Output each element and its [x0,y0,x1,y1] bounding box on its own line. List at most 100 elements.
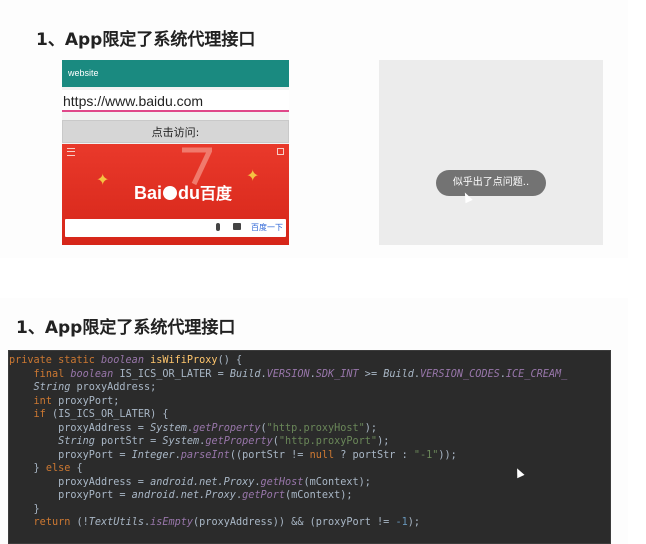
code-token: (! [76,517,89,528]
code-token: Build [383,368,414,380]
url-input[interactable] [62,90,289,112]
baidu-banner: ✦ ✦ Bai du百度 百度一下 [62,144,289,245]
code-token: ); [407,517,421,528]
code-line: } [9,503,40,516]
code-token: VERSION_CODES [420,368,500,380]
code-token: null [309,449,341,461]
logo-text-bai: Bai [134,183,163,203]
code-token: } [9,503,40,515]
code-token: proxyPort; [58,395,120,407]
code-line: final boolean IS_ICS_OR_LATER = Build.VE… [9,368,568,381]
code-token: } [9,463,46,474]
code-token: return [33,517,77,528]
code-token: int [33,395,59,407]
app-title: website [68,68,99,78]
code-line: if (IS_ICS_OR_LATER) { [9,408,169,421]
code-token: getProperty [193,422,261,434]
code-token: >= [358,368,384,380]
code-token: getHost [260,476,304,488]
code-token: android.net.Proxy [150,476,255,488]
code-token: isEmpty [150,517,194,528]
code-token: getProperty [205,436,273,447]
code-token: String [58,436,102,447]
code-token: (IS_ICS_OR_LATER) { [51,409,169,420]
code-token: proxyAddress; [76,382,157,393]
code-line: proxyAddress = System.getProperty("http.… [9,422,377,435]
app-bar: website [62,60,289,87]
mouse-cursor-icon [513,466,525,479]
slide-heading-2: 1、App限定了系统代理接口 [16,318,236,338]
logo-text-cn: 百度 [200,184,233,203]
code-token: android.net.Proxy [131,490,236,501]
code-line: } else { [9,462,83,475]
grid-icon[interactable] [277,148,284,155]
menu-icon[interactable] [67,148,75,156]
code-token: TextUtils [88,517,144,528]
code-line: return (!TextUtils.isEmpty(proxyAddress)… [9,516,420,529]
code-token: ? portStr : [340,449,414,461]
code-token: (proxyAddress)) && (proxyPort != [193,517,396,528]
code-line: proxyPort = android.net.Proxy.getPort(mC… [9,489,353,502]
code-token: System [150,422,187,434]
code-token: SDK_INT [315,368,359,380]
code-token: ); [364,422,378,434]
code-token: getPort [242,490,286,501]
error-toast: 似乎出了点问题.. [436,170,546,196]
visit-button[interactable]: 点击访问: [62,120,289,143]
code-token: () { [217,355,243,366]
code-token: "http.proxyPort" [278,436,378,447]
code-token: "http.proxyHost" [266,422,365,434]
code-token: ); [377,436,390,447]
code-token: (mContext); [285,490,353,501]
search-button[interactable]: 百度一下 [251,222,283,233]
logo-text-du: du [178,183,201,203]
camera-icon[interactable] [233,223,241,230]
code-token: isWifiProxy [150,355,218,366]
code-token: boolean [70,368,120,380]
error-screen: 似乎出了点问题.. [379,60,603,245]
baidu-logo: Bai du百度 [134,180,232,204]
code-token: IS_ICS_OR_LATER = [119,368,230,380]
code-token: { [76,463,83,474]
code-token: String [33,382,77,393]
bird-icon: ✦ [96,170,110,189]
code-token: Integer [131,449,175,461]
code-token: if [33,409,52,420]
code-token: System [162,436,200,447]
code-token: -1 [395,517,408,528]
paw-icon [163,186,178,200]
code-line: private static boolean isWifiProxy() { [9,354,242,367]
code-token: private static [9,355,102,366]
code-token: parseInt [180,449,230,461]
search-bar[interactable]: 百度一下 [65,219,286,237]
slide-heading: 1、App限定了系统代理接口 [36,30,256,50]
code-token: proxyAddress = [9,476,151,488]
phone-screen: website 点击访问: ✦ ✦ Baidu百度 百度一下 [62,60,289,245]
code-token: (mContext); [303,476,371,488]
code-token: proxyPort = [9,490,132,501]
code-token: final [33,368,71,380]
code-token: else [45,463,77,474]
code-line: int proxyPort; [9,395,120,408]
code-token: proxyPort = [9,449,132,461]
code-token: ((portStr != [229,449,310,461]
code-token: portStr = [101,436,163,447]
code-block: private static boolean isWifiProxy() { f… [8,350,611,544]
code-line: proxyAddress = android.net.Proxy.getHost… [9,476,371,489]
code-line: String proxyAddress; [9,381,157,394]
microphone-icon[interactable] [216,223,220,231]
code-token: )); [438,449,457,461]
code-token: Build [229,368,261,380]
code-token: VERSION [266,368,310,380]
code-token: "-1" [413,449,439,461]
code-line: proxyPort = Integer.parseInt((portStr !=… [9,449,457,462]
code-token: proxyAddress = [9,422,151,434]
code-line: String portStr = System.getProperty("htt… [9,435,389,448]
code-token: ICE_CREAM_ [505,368,568,380]
